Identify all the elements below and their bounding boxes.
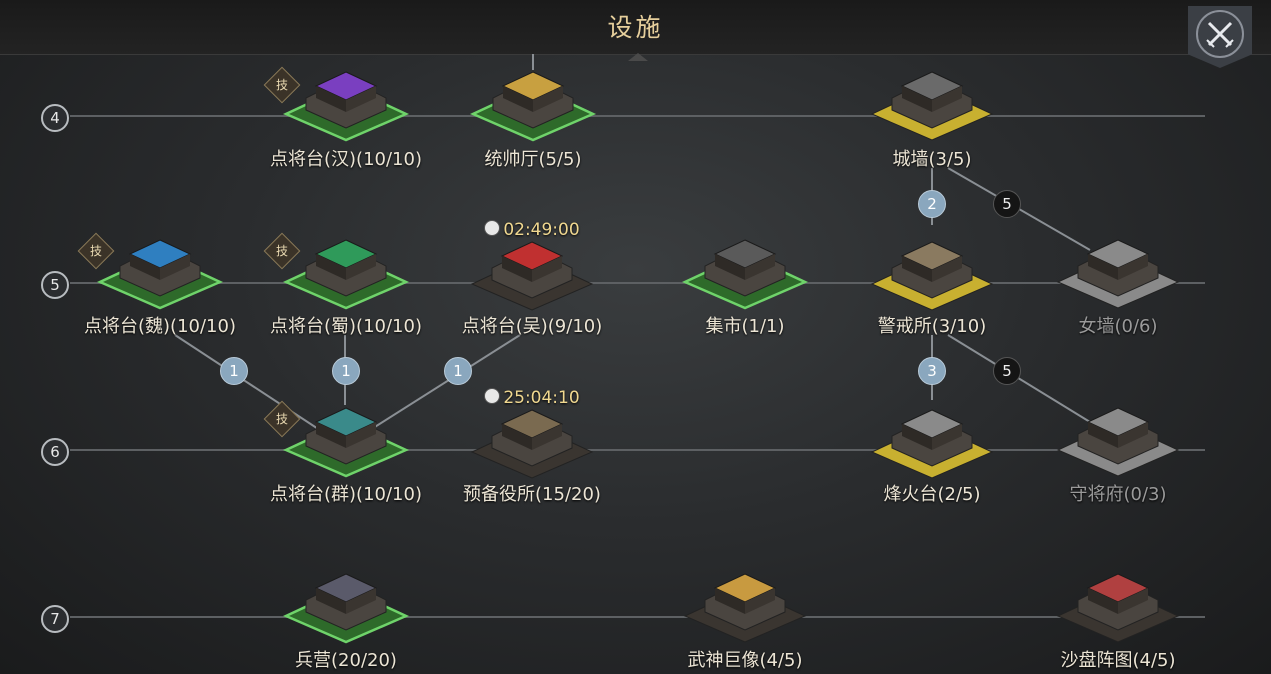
building-label: 点将台(魏)(10/10) xyxy=(84,316,236,337)
building-tile xyxy=(96,232,224,310)
row-level-4: 4 xyxy=(41,104,69,132)
building-tile xyxy=(681,232,809,310)
building-tile xyxy=(282,64,410,142)
requirement-badge: 1 xyxy=(220,357,248,385)
building-tile xyxy=(1054,232,1182,310)
building-tongshuaiting[interactable]: 统帅厅(5/5) xyxy=(448,64,618,174)
requirement-badge: 2 xyxy=(918,190,946,218)
building-shoujiangfu[interactable]: 守将府(0/3) xyxy=(1033,400,1203,510)
building-label: 集市(1/1) xyxy=(705,316,785,337)
building-tile xyxy=(468,234,596,312)
row-level-6: 6 xyxy=(41,438,69,466)
building-label: 守将府(0/3) xyxy=(1069,484,1167,505)
building-dianjiangtai-wu[interactable]: 02:49:00 点将台(吴)(9/10) xyxy=(447,220,617,342)
requirement-badge: 1 xyxy=(332,357,360,385)
building-tile xyxy=(681,566,809,644)
building-shapanzhentu[interactable]: 沙盘阵图(4/5) xyxy=(1033,566,1203,674)
building-label: 兵营(20/20) xyxy=(295,650,397,671)
building-label: 预备役所(15/20) xyxy=(463,484,601,505)
building-tile xyxy=(868,234,996,312)
building-label: 点将台(吴)(9/10) xyxy=(461,316,603,337)
building-tile xyxy=(1054,566,1182,644)
building-tile xyxy=(868,64,996,142)
building-jingjiesuo[interactable]: 警戒所(3/10) xyxy=(847,220,1017,342)
building-label: 警戒所(3/10) xyxy=(877,316,987,337)
building-yubeiyisuo[interactable]: 25:04:10 预备役所(15/20) xyxy=(447,388,617,510)
building-tile xyxy=(469,64,597,142)
building-label: 点将台(蜀)(10/10) xyxy=(270,316,422,337)
building-dianjiangtai-wei[interactable]: 技 点将台(魏)(10/10) xyxy=(75,232,245,342)
building-tile xyxy=(282,232,410,310)
building-label: 统帅厅(5/5) xyxy=(484,149,582,170)
building-wushenjuxiang[interactable]: 武神巨像(4/5) xyxy=(660,566,830,674)
building-nvqiang[interactable]: 女墙(0/6) xyxy=(1033,232,1203,342)
building-bingying[interactable]: 兵营(20/20) xyxy=(261,566,431,674)
requirement-badge: 5 xyxy=(993,357,1021,385)
row-level-7: 7 xyxy=(41,605,69,633)
building-tile xyxy=(1054,400,1182,478)
building-tile xyxy=(282,400,410,478)
building-jishi[interactable]: 集市(1/1) xyxy=(660,232,830,342)
building-tile xyxy=(282,566,410,644)
building-label: 女墙(0/6) xyxy=(1078,316,1158,337)
building-fenghuotai[interactable]: 烽火台(2/5) xyxy=(847,388,1017,510)
building-tile xyxy=(468,402,596,480)
building-label: 烽火台(2/5) xyxy=(883,484,981,505)
requirement-badge: 5 xyxy=(993,190,1021,218)
requirement-badge: 3 xyxy=(918,357,946,385)
building-dianjiangtai-qun[interactable]: 技 点将台(群)(10/10) xyxy=(261,400,431,510)
building-label: 点将台(汉)(10/10) xyxy=(270,149,422,170)
building-dianjiangtai-han[interactable]: 技 点将台(汉)(10/10) xyxy=(261,64,431,174)
building-chengqiang[interactable]: 城墙(3/5) xyxy=(847,64,1017,174)
building-dianjiangtai-shu[interactable]: 技 点将台(蜀)(10/10) xyxy=(261,232,431,342)
building-label: 城墙(3/5) xyxy=(892,149,972,170)
row-level-5: 5 xyxy=(41,271,69,299)
building-label: 点将台(群)(10/10) xyxy=(270,484,422,505)
building-tile xyxy=(868,402,996,480)
building-label: 沙盘阵图(4/5) xyxy=(1060,650,1176,671)
requirement-badge: 1 xyxy=(444,357,472,385)
building-label: 武神巨像(4/5) xyxy=(687,650,803,671)
